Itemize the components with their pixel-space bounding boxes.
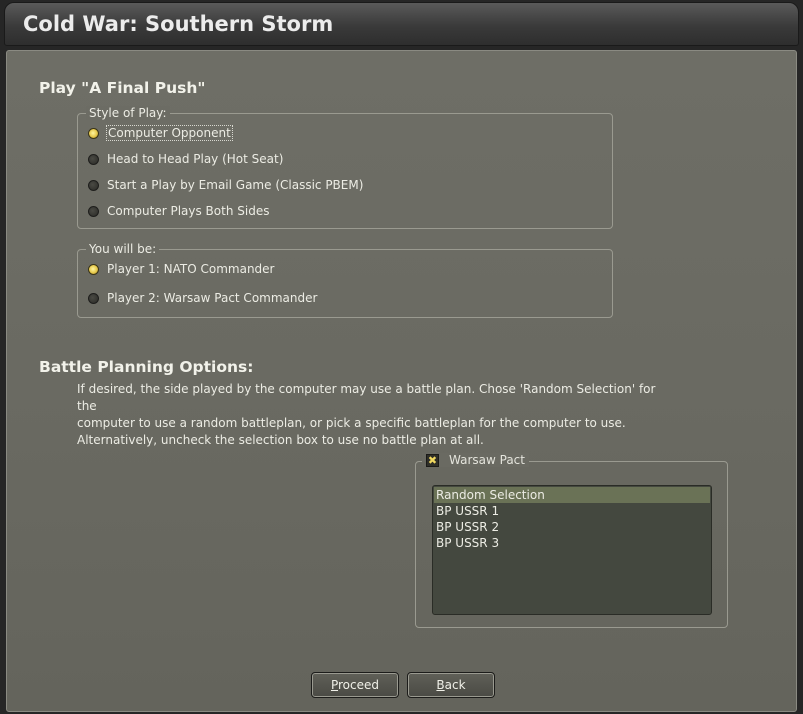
window-title: Cold War: Southern Storm bbox=[23, 12, 334, 36]
radio-icon[interactable] bbox=[88, 205, 99, 217]
battle-planning-description: If desired, the side played by the compu… bbox=[77, 381, 677, 449]
warsaw-pact-toggle[interactable]: ✖ Warsaw Pact bbox=[422, 453, 529, 467]
description-line: If desired, the side played by the compu… bbox=[77, 382, 656, 413]
side-option-label: Player 2: Warsaw Pact Commander bbox=[107, 291, 318, 305]
style-option-hot-seat[interactable]: Head to Head Play (Hot Seat) bbox=[88, 151, 283, 167]
style-option-label: Head to Head Play (Hot Seat) bbox=[107, 152, 284, 166]
warsaw-pact-label: Warsaw Pact bbox=[449, 453, 525, 467]
radio-icon[interactable] bbox=[88, 153, 99, 165]
checkbox-checked-icon[interactable]: ✖ bbox=[426, 453, 439, 467]
style-option-computer-opponent[interactable]: Computer Opponent bbox=[88, 125, 233, 141]
back-label: ack bbox=[444, 678, 466, 692]
style-option-label: Start a Play by Email Game (Classic PBEM… bbox=[107, 178, 364, 192]
radio-selected-icon[interactable] bbox=[88, 263, 99, 275]
side-option-warsaw-pact[interactable]: Player 2: Warsaw Pact Commander bbox=[88, 290, 317, 306]
side-option-label: Player 1: NATO Commander bbox=[107, 262, 275, 276]
battle-plan-listbox[interactable]: Random Selection BP USSR 1 BP USSR 2 BP … bbox=[432, 485, 712, 615]
description-line: computer to use a random battleplan, or … bbox=[77, 416, 626, 430]
back-accelerator: B bbox=[436, 678, 445, 692]
style-option-label: Computer Opponent bbox=[106, 125, 233, 141]
style-of-play-legend: Style of Play: bbox=[86, 106, 170, 120]
side-option-nato[interactable]: Player 1: NATO Commander bbox=[88, 261, 274, 277]
you-will-be-group: You will be: Player 1: NATO Commander Pl… bbox=[77, 242, 613, 318]
list-item[interactable]: Random Selection bbox=[434, 487, 710, 503]
back-button[interactable]: Back bbox=[407, 672, 495, 698]
style-option-computer-both[interactable]: Computer Plays Both Sides bbox=[88, 203, 269, 219]
style-option-label: Computer Plays Both Sides bbox=[107, 204, 270, 218]
radio-selected-icon[interactable] bbox=[88, 127, 99, 139]
proceed-button[interactable]: Proceed bbox=[311, 672, 399, 698]
proceed-label: roceed bbox=[338, 678, 380, 692]
list-item[interactable]: BP USSR 2 bbox=[434, 519, 710, 535]
description-line: Alternatively, uncheck the selection box… bbox=[77, 433, 484, 447]
radio-icon[interactable] bbox=[88, 179, 99, 191]
style-option-pbem[interactable]: Start a Play by Email Game (Classic PBEM… bbox=[88, 177, 363, 193]
you-will-be-legend: You will be: bbox=[86, 242, 160, 256]
list-item[interactable]: BP USSR 3 bbox=[434, 535, 710, 551]
title-bar: Cold War: Southern Storm bbox=[4, 2, 799, 46]
warsaw-pact-plan-group: ✖ Warsaw Pact Random Selection BP USSR 1… bbox=[415, 453, 728, 628]
play-heading: Play "A Final Push" bbox=[39, 79, 206, 97]
radio-icon[interactable] bbox=[88, 292, 99, 304]
battle-planning-heading: Battle Planning Options: bbox=[39, 358, 254, 376]
style-of-play-group: Style of Play: Computer Opponent Head to… bbox=[77, 106, 613, 229]
list-item[interactable]: BP USSR 1 bbox=[434, 503, 710, 519]
proceed-accelerator: P bbox=[330, 678, 339, 692]
